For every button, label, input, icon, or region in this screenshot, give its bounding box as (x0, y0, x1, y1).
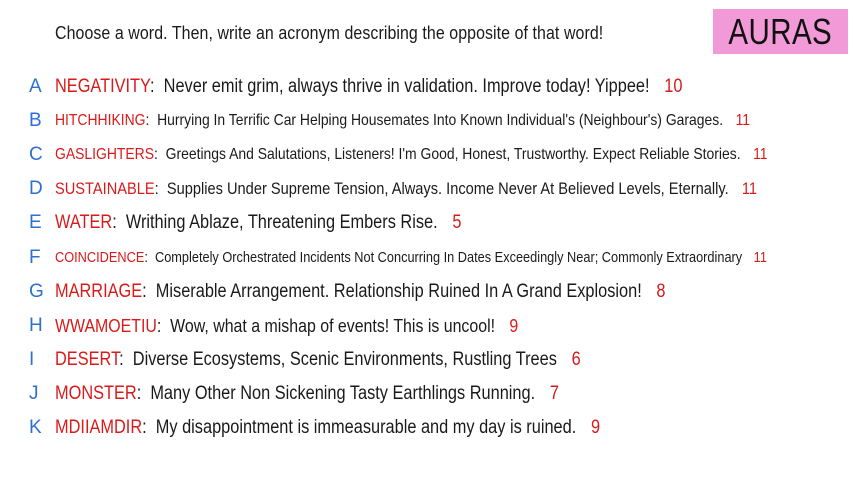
entry-content: MONSTER: Many Other Non Sickening Tasty … (55, 383, 559, 405)
entry-word: DESERT (55, 349, 120, 370)
entry-description: Diverse Ecosystems, Scenic Environments,… (132, 349, 557, 370)
entry-letter: G (29, 281, 44, 302)
entry-content: SUSTAINABLE: Supplies Under Supreme Tens… (55, 179, 757, 199)
entry-colon: : (145, 112, 158, 129)
entry-letter: A (29, 76, 42, 97)
entry-colon: : (112, 212, 126, 233)
entry-letter: J (29, 383, 39, 404)
entry-colon: : (156, 315, 171, 336)
entry-description: Many Other Non Sickening Tasty Earthling… (150, 383, 536, 404)
entry-description: Wow, what a mishap of events! This is un… (170, 315, 496, 336)
entry-description: My disappointment is immeasurable and my… (155, 417, 577, 438)
entry-colon: : (136, 383, 151, 404)
entry-colon: : (142, 281, 156, 302)
entry-description: Greetings And Salutations, Listeners! I'… (165, 146, 741, 163)
entry-content: GASLIGHTERS: Greetings And Salutations, … (55, 146, 768, 164)
entry-word: SUSTAINABLE (55, 179, 155, 198)
entry-description: Writhing Ablaze, Threatening Embers Rise… (125, 212, 438, 233)
entry-word: COINCIDENCE (55, 250, 145, 266)
entry-word: GASLIGHTERS (55, 146, 155, 163)
entry-letter: B (29, 110, 42, 131)
entry-content: DESERT: Diverse Ecosystems, Scenic Envir… (55, 349, 581, 371)
entry-letter-count: 7 (549, 383, 559, 404)
entry-word: WATER (55, 212, 113, 233)
entry-letter-count: 11 (741, 179, 758, 198)
entry-colon: : (154, 179, 167, 198)
entry-letter: C (29, 144, 43, 165)
entry-letter-count: 11 (753, 146, 768, 163)
logo-text: AURAS (728, 10, 833, 52)
entry-letter-count: 8 (656, 281, 666, 302)
auras-logo: AURAS (713, 9, 848, 54)
entry-letter-count: 11 (753, 250, 767, 266)
entry-letter-count: 10 (664, 76, 683, 97)
entry-letter: I (29, 349, 35, 370)
entry-content: WWAMOETIU: Wow, what a mishap of events!… (55, 315, 518, 337)
entry-description: Completely Orchestrated Incidents Not Co… (154, 250, 743, 266)
entry-content: HITCHHIKING: Hurrying In Terrific Car He… (55, 112, 750, 130)
entry-word: HITCHHIKING (55, 112, 146, 129)
entry-colon: : (119, 349, 133, 370)
entry-letter-count: 9 (509, 315, 519, 336)
entry-letter: F (29, 247, 41, 268)
entry-description: Supplies Under Supreme Tension, Always. … (166, 179, 729, 198)
entry-letter-count: 5 (452, 212, 462, 233)
entry-word: MDIIAMDIR (55, 417, 143, 438)
entry-description: Miserable Arrangement. Relationship Ruin… (155, 281, 642, 302)
entry-letter: H (29, 315, 43, 336)
entry-content: COINCIDENCE: Completely Orchestrated Inc… (55, 250, 767, 266)
entry-letter: E (29, 212, 42, 233)
instruction-text: Choose a word. Then, write an acronym de… (55, 22, 604, 43)
entry-description: Hurrying In Terrific Car Helping Housema… (157, 112, 724, 129)
entry-colon: : (142, 417, 156, 438)
entry-word: MONSTER (55, 383, 137, 404)
entry-colon: : (154, 146, 166, 163)
entry-word: WWAMOETIU (55, 315, 157, 336)
entry-letter-count: 11 (735, 112, 751, 129)
entry-description: Never emit grim, always thrive in valida… (163, 76, 650, 97)
entry-content: MARRIAGE: Miserable Arrangement. Relatio… (55, 281, 666, 303)
entry-colon: : (150, 76, 164, 97)
entry-content: MDIIAMDIR: My disappointment is immeasur… (55, 417, 600, 439)
entry-word: NEGATIVITY (55, 76, 151, 97)
entry-content: NEGATIVITY: Never emit grim, always thri… (55, 76, 682, 98)
entry-letter: K (29, 417, 42, 438)
entry-colon: : (144, 250, 155, 266)
entry-letter: D (29, 178, 43, 199)
entry-word: MARRIAGE (55, 281, 143, 302)
entry-letter-count: 6 (571, 349, 581, 370)
entry-content: WATER: Writhing Ablaze, Threatening Embe… (55, 212, 461, 234)
entry-letter-count: 9 (590, 417, 601, 438)
